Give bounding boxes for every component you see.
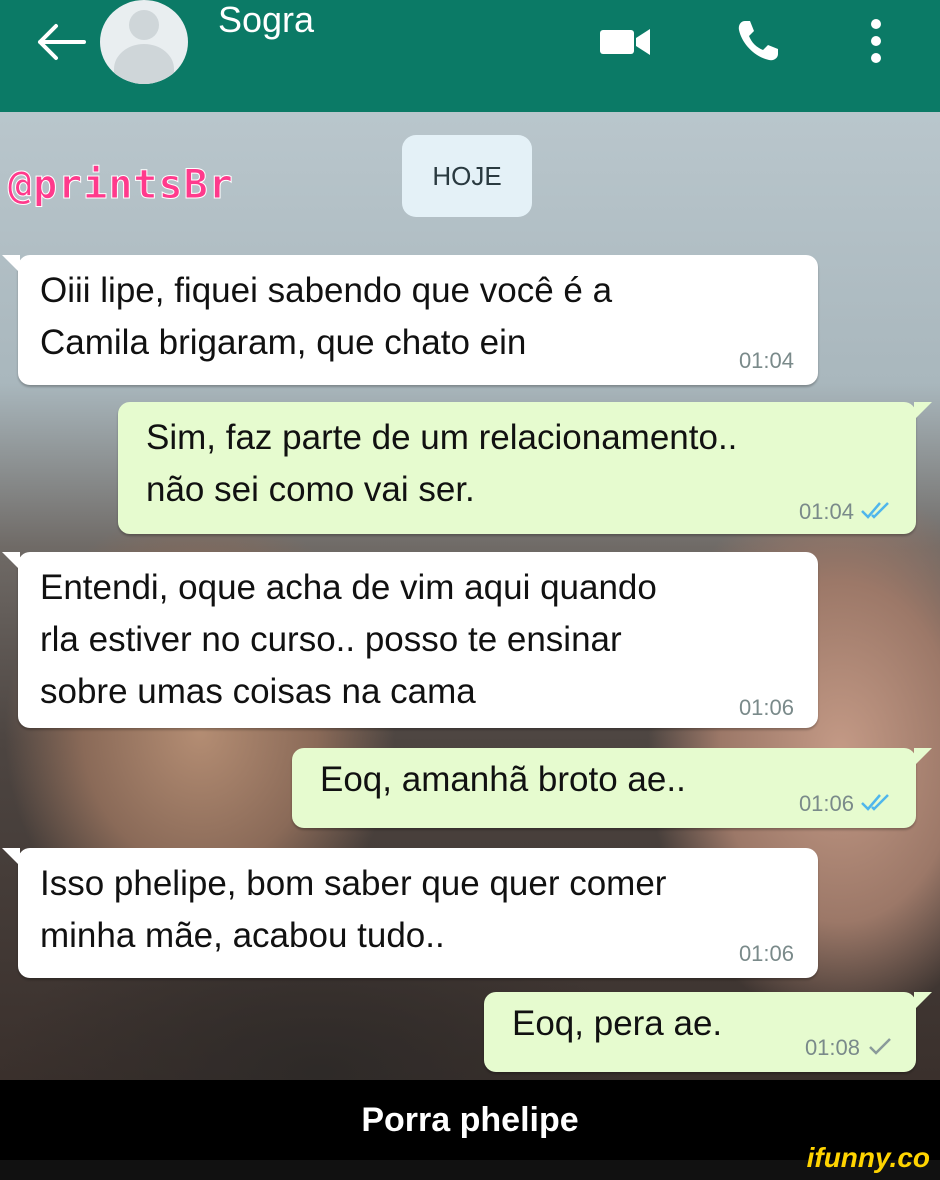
avatar[interactable]: [100, 0, 188, 84]
message-time: 01:06: [738, 941, 794, 966]
message-time: 01:06: [738, 695, 794, 720]
bubble-tail: [914, 992, 932, 1010]
bubble-tail: [2, 848, 20, 866]
message-bubble-outgoing[interactable]: Sim, faz parte de um relacionamento.. nã…: [118, 402, 932, 534]
caption-bar: Porra phelipe: [0, 1080, 940, 1160]
message-text: Oiii lipe, fiquei sabendo que você é a C…: [40, 271, 613, 362]
read-receipt-icon: [861, 502, 889, 519]
message-bubble-outgoing[interactable]: Eoq, pera ae. 01:08: [484, 992, 932, 1072]
chat-header: Sogra: [0, 0, 940, 112]
read-receipt-icon: [861, 794, 889, 811]
avatar-body-shape: [114, 44, 174, 84]
bubble-tail: [914, 402, 932, 420]
message-bubble-incoming[interactable]: Isso phelipe, bom saber que quer comer m…: [2, 848, 818, 978]
message-text: Eoq, amanhã broto ae..: [320, 760, 686, 799]
message-text: Eoq, pera ae.: [512, 1004, 723, 1043]
video-camera-icon[interactable]: [598, 24, 652, 60]
footer-strip: [0, 1160, 940, 1180]
bubble-tail: [914, 748, 932, 766]
contact-name[interactable]: Sogra: [218, 0, 314, 40]
chat-area[interactable]: @printsBr HOJE Oiii lipe, fiquei sabendo…: [0, 112, 940, 1080]
watermark: @printsBr: [8, 162, 234, 209]
message-time: 01:08: [804, 1035, 860, 1060]
brand-logo: ifunny.co: [806, 1142, 930, 1173]
caption-text: Porra phelipe: [361, 1100, 579, 1139]
bubble-tail: [2, 255, 20, 273]
message-bubble-outgoing[interactable]: Eoq, amanhã broto ae.. 01:06: [292, 748, 932, 828]
avatar-head-shape: [129, 10, 159, 40]
message-bubble-incoming[interactable]: Oiii lipe, fiquei sabendo que você é a C…: [2, 255, 818, 385]
message-time: 01:04: [738, 348, 794, 373]
message-text: Entendi, oque acha de vim aqui quando rl…: [40, 568, 657, 711]
sent-check-icon: [869, 1038, 891, 1055]
message-bubble-incoming[interactable]: Entendi, oque acha de vim aqui quando rl…: [2, 552, 818, 728]
bubble-tail: [2, 552, 20, 570]
more-vertical-icon[interactable]: [864, 16, 888, 66]
back-arrow-icon[interactable]: [34, 22, 86, 62]
message-text: Sim, faz parte de um relacionamento.. nã…: [146, 418, 738, 509]
message-time: 01:04: [798, 499, 854, 524]
phone-icon[interactable]: [735, 18, 781, 64]
message-time: 01:06: [798, 791, 854, 816]
message-text: Isso phelipe, bom saber que quer comer m…: [40, 864, 667, 955]
date-chip: HOJE: [402, 135, 532, 217]
